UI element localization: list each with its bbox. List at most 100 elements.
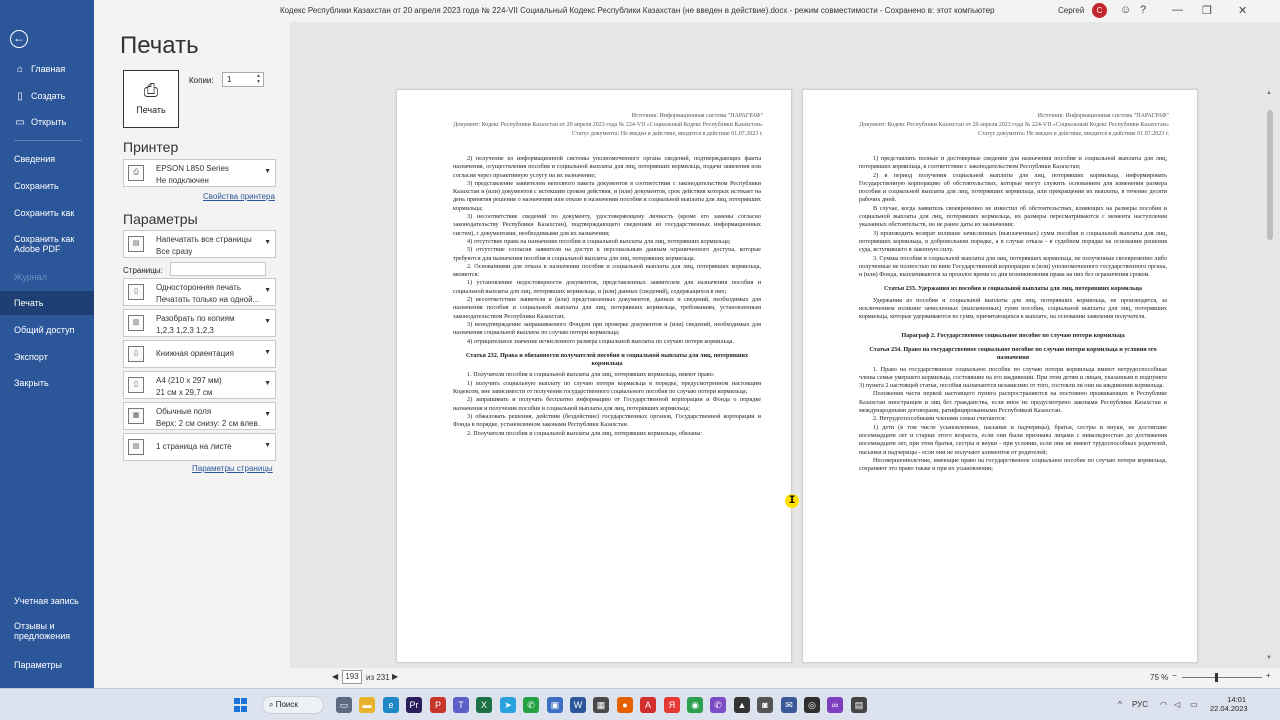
messenger-icon[interactable]: ✉ — [781, 697, 797, 713]
scroll-down-icon[interactable]: ▼ — [1266, 655, 1272, 661]
doc-paragraph: 3. Суммы пособия и социальной выплаты дл… — [859, 254, 1167, 279]
doc-paragraph: 3) несоответствие сведений по документу,… — [453, 213, 761, 237]
collate-select[interactable]: ▥ Разобрать по копиям 1,2,3 1,2,3 1,2,3 … — [123, 309, 276, 337]
chrome-icon[interactable]: ◉ — [687, 697, 703, 713]
back-arrow-icon[interactable]: ← — [10, 30, 28, 48]
setting-title: Книжная ориентация — [156, 349, 234, 358]
nav-item-print[interactable]: Печать — [0, 291, 94, 315]
nav-label: Открыть — [31, 117, 67, 127]
printer-properties-link[interactable]: Свойства принтера — [203, 192, 275, 201]
sides-select[interactable]: ▯ Односторонняя печать Печатать только н… — [123, 278, 276, 306]
next-page-icon[interactable]: ▶ — [392, 672, 398, 681]
pdf-reader-icon[interactable]: P — [430, 697, 446, 713]
user-name[interactable]: Сергей — [1058, 6, 1084, 15]
acrobat-icon[interactable]: A — [640, 697, 656, 713]
collate-icon: ▥ — [128, 315, 144, 331]
calculator-icon[interactable]: ▤ — [851, 697, 867, 713]
lang-indicator[interactable]: РУС — [1132, 700, 1148, 709]
nav-item-home[interactable]: ⌂ Главная — [0, 62, 94, 76]
doc-paragraph: 2) запрашивать и получать бесплатно инфо… — [453, 396, 761, 412]
page-setup-link[interactable]: Параметры страницы — [192, 464, 273, 473]
file-explorer-icon[interactable]: ▬ — [359, 697, 375, 713]
store-icon[interactable]: ▦ — [593, 697, 609, 713]
nav-label: Главная — [31, 64, 66, 74]
wifi-icon[interactable]: ◠ — [1160, 700, 1167, 709]
excel-icon[interactable]: X — [476, 697, 492, 713]
doc-paragraph: Положения части первой настоящего пункта… — [859, 390, 1167, 415]
zoom-slider[interactable] — [1182, 677, 1262, 678]
nav-item-open[interactable]: ▭ Открыть — [0, 115, 94, 129]
restore-icon[interactable]: ❐ — [1202, 4, 1212, 17]
page-number-input[interactable]: 193 — [342, 670, 362, 684]
printer-name: EPSON L850 Series — [156, 164, 229, 173]
doc-paragraph: 2) получение из информационной системы у… — [453, 155, 761, 179]
nav-item-new[interactable]: ▯ Создать — [0, 89, 94, 103]
nav-item-account[interactable]: Учетная запись — [0, 594, 94, 608]
margins-select[interactable]: ▦ Обычные поля Верх: 2 см снизу: 2 см вл… — [123, 402, 276, 430]
prev-page-icon[interactable]: ◀ — [332, 672, 338, 681]
firefox-icon[interactable]: ● — [617, 697, 633, 713]
nav-item-history: Журнал — [14, 272, 47, 282]
nav-item-share[interactable]: Общий доступ — [0, 323, 94, 337]
nav-item-options[interactable]: Параметры — [0, 658, 94, 672]
viber-icon[interactable]: ✆ — [710, 697, 726, 713]
pages-per-sheet-select[interactable]: ▤ 1 страница на листе ▼ — [123, 433, 276, 461]
nav-item-save[interactable]: Сохранить — [0, 179, 94, 193]
yandex-icon[interactable]: Я — [664, 697, 680, 713]
taskbar-search[interactable]: ⌕ Поиск — [262, 696, 324, 714]
obs-icon[interactable]: ◎ — [804, 697, 820, 713]
total-pages: из 231 — [366, 673, 390, 682]
orientation-select[interactable]: ▯ Книжная ориентация ▼ — [123, 340, 276, 368]
nav-item-close[interactable]: Закрыть — [0, 376, 94, 390]
nav-item-export[interactable]: Экспорт — [0, 350, 94, 364]
windows-start-icon[interactable] — [234, 698, 248, 712]
volume-icon[interactable]: ◁ — [1174, 700, 1180, 709]
help-icon[interactable]: ? — [1140, 4, 1146, 16]
printer-select[interactable]: ⎙ EPSON L850 Series Не подключен ▼ — [123, 159, 276, 187]
avatar[interactable]: С — [1092, 3, 1107, 18]
app-icon[interactable]: ▲ — [734, 697, 750, 713]
zoom-out-icon[interactable]: − — [1172, 671, 1177, 680]
nav-item-info[interactable]: Сведения — [0, 152, 94, 166]
premiere-icon[interactable]: Pr — [406, 697, 422, 713]
page-body: 1) представлять полные и достоверные све… — [859, 155, 1167, 473]
clock[interactable]: 14:01 22.04.2023 — [1210, 695, 1248, 713]
nav-item-save-as[interactable]: Сохранить как — [0, 206, 94, 220]
word-icon[interactable]: W — [570, 697, 586, 713]
edge-icon[interactable]: e — [383, 697, 399, 713]
copies-label: Копии: — [189, 76, 214, 85]
setting-subtitle: Верх: 2 см снизу: 2 см влев... — [156, 419, 261, 428]
print-button[interactable]: ⎙ Печать — [123, 70, 179, 128]
photos-icon[interactable]: ▣ — [547, 697, 563, 713]
print-range-select[interactable]: ▤ Напечатать все страницы Все сразу ▼ — [123, 230, 276, 258]
camera-icon[interactable]: ◙ — [757, 697, 773, 713]
telegram-icon[interactable]: ➤ — [500, 697, 516, 713]
nav-item-save-as-pdf[interactable]: Сохранить как Adobe PDF — [0, 233, 80, 255]
battery-icon[interactable]: ▭ — [1190, 700, 1198, 709]
spin-arrows-icon[interactable]: ▲ ▼ — [256, 73, 261, 85]
doc-paragraph: 3) производить возврат излишне зачисленн… — [859, 229, 1167, 254]
article-heading: Статья 232. Права и обязанности получате… — [465, 351, 749, 368]
setting-subtitle: Печатать только на одной... — [156, 295, 260, 304]
chevron-down-icon: ▼ — [264, 442, 271, 449]
scroll-up-icon[interactable]: ▲ — [1266, 90, 1272, 96]
smiley-icon[interactable]: ☺ — [1120, 4, 1131, 16]
copies-stepper[interactable]: 1 ▲ ▼ — [222, 72, 264, 87]
whatsapp-icon[interactable]: ✆ — [523, 697, 539, 713]
infinity-icon[interactable]: ∞ — [827, 697, 843, 713]
paper-size-select[interactable]: ▯ A4 (210 x 297 мм) 21 см x 29,7 см ▼ — [123, 371, 276, 399]
task-view-icon[interactable]: ▭ — [336, 697, 352, 713]
close-icon[interactable]: ✕ — [1238, 4, 1247, 17]
zoom-in-icon[interactable]: + — [1266, 671, 1271, 680]
setting-title: Разобрать по копиям — [156, 314, 235, 323]
chevron-down-icon: ▼ — [264, 287, 271, 294]
zoom-slider-thumb[interactable] — [1215, 673, 1218, 682]
minimize-icon[interactable]: — — [1172, 4, 1183, 16]
scrollbar-thumb[interactable] — [1267, 110, 1273, 240]
new-document-icon: ▯ — [17, 90, 23, 102]
teams-icon[interactable]: T — [453, 697, 469, 713]
pages-input[interactable] — [170, 262, 266, 276]
nav-item-feedback[interactable]: Отзывы и предложения — [0, 620, 80, 642]
chevron-up-icon[interactable]: ^ — [1118, 700, 1122, 709]
preview-scrollbar[interactable]: ▲ ▼ — [1264, 90, 1274, 664]
